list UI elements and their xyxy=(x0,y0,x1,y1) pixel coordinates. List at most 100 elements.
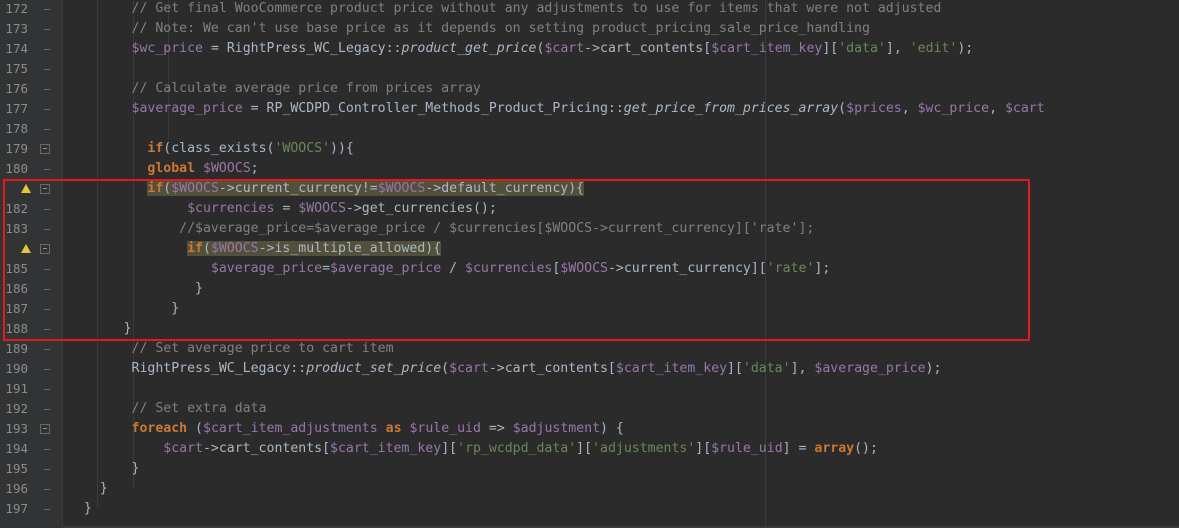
code-token: , xyxy=(901,101,918,116)
code-token: ][ xyxy=(441,441,458,456)
code-token: 'data' xyxy=(742,361,791,376)
fold-guide xyxy=(44,169,50,170)
code-line[interactable]: 190 RightPress_WC_Legacy::product_set_pr… xyxy=(0,359,1179,379)
code-text: RightPress_WC_Legacy::product_set_price(… xyxy=(68,359,942,379)
fold-guide xyxy=(44,89,50,90)
code-line[interactable]: 173 // Note: We can't use base price as … xyxy=(0,19,1179,39)
code-token: $cart xyxy=(1004,101,1045,116)
code-token: $average_price xyxy=(814,361,926,376)
code-token: global xyxy=(147,161,196,176)
code-token: = RP_WCDPD_Controller_Methods_Product_Pr… xyxy=(242,101,624,116)
code-text: // Get final WooCommerce product price w… xyxy=(68,0,942,19)
code-line[interactable]: 189 // Set average price to cart item xyxy=(0,339,1179,359)
code-token: if xyxy=(147,141,164,156)
code-text: } xyxy=(68,459,140,479)
fold-toggle-icon[interactable] xyxy=(40,424,50,434)
code-text: // Note: We can't use base price as it d… xyxy=(68,19,870,39)
code-line[interactable]: 177 $average_price = RP_WCDPD_Controller… xyxy=(0,99,1179,119)
code-token: // Set extra data xyxy=(131,401,267,416)
code-token: = RightPress_WC_Legacy:: xyxy=(203,41,402,56)
line-number: 176 xyxy=(5,81,28,96)
code-token: $cart_item_key xyxy=(711,41,823,56)
fold-guide xyxy=(44,29,50,30)
code-token: ); xyxy=(957,41,974,56)
code-line[interactable]: 193 foreach ($cart_item_adjustments as $… xyxy=(0,419,1179,439)
code-token: $cart_item_adjustments xyxy=(203,421,378,436)
code-token: $rule_uid xyxy=(409,421,481,436)
code-line[interactable]: 196 } xyxy=(0,479,1179,499)
line-number: 177 xyxy=(5,101,28,116)
fold-guide xyxy=(44,69,50,70)
code-token: ][ xyxy=(822,41,839,56)
code-token: ); xyxy=(925,361,942,376)
code-token: )){ xyxy=(330,141,354,156)
code-line[interactable]: 174 $wc_price = RightPress_WC_Legacy::pr… xyxy=(0,39,1179,59)
code-token: 'adjustments' xyxy=(592,441,696,456)
code-token: $adjustment xyxy=(512,421,601,436)
code-token: ], xyxy=(790,361,815,376)
code-token: ][ xyxy=(576,441,593,456)
fold-toggle-icon[interactable] xyxy=(40,144,50,154)
code-text: global $WOOCS; xyxy=(68,159,258,179)
code-token: (); xyxy=(854,441,878,456)
code-line[interactable]: 179 if(class_exists('WOOCS')){ xyxy=(0,139,1179,159)
line-number: 179 xyxy=(5,141,28,156)
code-text: $average_price = RP_WCDPD_Controller_Met… xyxy=(68,99,1045,119)
code-token: RightPress_WC_Legacy:: xyxy=(68,361,307,376)
code-token: $prices xyxy=(846,101,902,116)
line-number: 194 xyxy=(5,441,28,456)
code-line[interactable]: 191 xyxy=(0,379,1179,399)
code-text: } xyxy=(68,479,108,499)
fold-guide xyxy=(44,369,50,370)
code-token: // Get final WooCommerce product price w… xyxy=(131,1,942,16)
line-number: 196 xyxy=(5,481,28,496)
code-line[interactable]: 172 // Get final WooCommerce product pri… xyxy=(0,0,1179,19)
line-number: 175 xyxy=(5,61,28,76)
code-token: // Set average price to cart item xyxy=(131,341,394,356)
fold-guide xyxy=(44,509,50,510)
code-token: $average_price xyxy=(131,101,243,116)
code-token: $rule_uid xyxy=(711,441,783,456)
code-line[interactable]: 178 xyxy=(0,119,1179,139)
fold-guide xyxy=(44,449,50,450)
code-line[interactable]: 176 // Calculate average price from pric… xyxy=(0,79,1179,99)
code-token: ->cart_contents[ xyxy=(488,361,616,376)
line-number: 191 xyxy=(5,381,28,396)
code-text: // Set average price to cart item xyxy=(68,339,394,359)
code-token: $cart xyxy=(449,361,489,376)
fold-guide xyxy=(44,409,50,410)
line-number: 190 xyxy=(5,361,28,376)
code-token: array xyxy=(814,441,855,456)
code-token: (class_exists( xyxy=(163,141,275,156)
code-token: ][ xyxy=(727,361,743,376)
fold-guide xyxy=(44,389,50,390)
code-token: $cart xyxy=(544,41,585,56)
code-token: $WOOCS xyxy=(203,161,251,176)
fold-guide xyxy=(44,469,50,470)
line-number: 192 xyxy=(5,401,28,416)
fold-guide xyxy=(44,49,50,50)
fold-guide xyxy=(44,129,50,130)
code-line[interactable]: 175 xyxy=(0,59,1179,79)
code-text: } xyxy=(68,499,92,519)
code-token: $wc_price xyxy=(917,101,990,116)
code-text: $wc_price = RightPress_WC_Legacy::produc… xyxy=(68,39,974,59)
code-line[interactable]: 194 $cart->cart_contents[$cart_item_key]… xyxy=(0,439,1179,459)
line-number: 173 xyxy=(5,21,28,36)
code-token: ] = xyxy=(782,441,815,456)
code-line[interactable]: 195 } xyxy=(0,459,1179,479)
fold-guide xyxy=(44,489,50,490)
code-line[interactable]: 192 // Set extra data xyxy=(0,399,1179,419)
code-line[interactable]: 197 } xyxy=(0,499,1179,519)
code-token: ) { xyxy=(600,421,624,436)
code-token: $wc_price xyxy=(131,41,203,56)
code-text: // Set extra data xyxy=(68,399,267,419)
code-line[interactable]: 180 global $WOOCS; xyxy=(0,159,1179,179)
line-number: 195 xyxy=(5,461,28,476)
